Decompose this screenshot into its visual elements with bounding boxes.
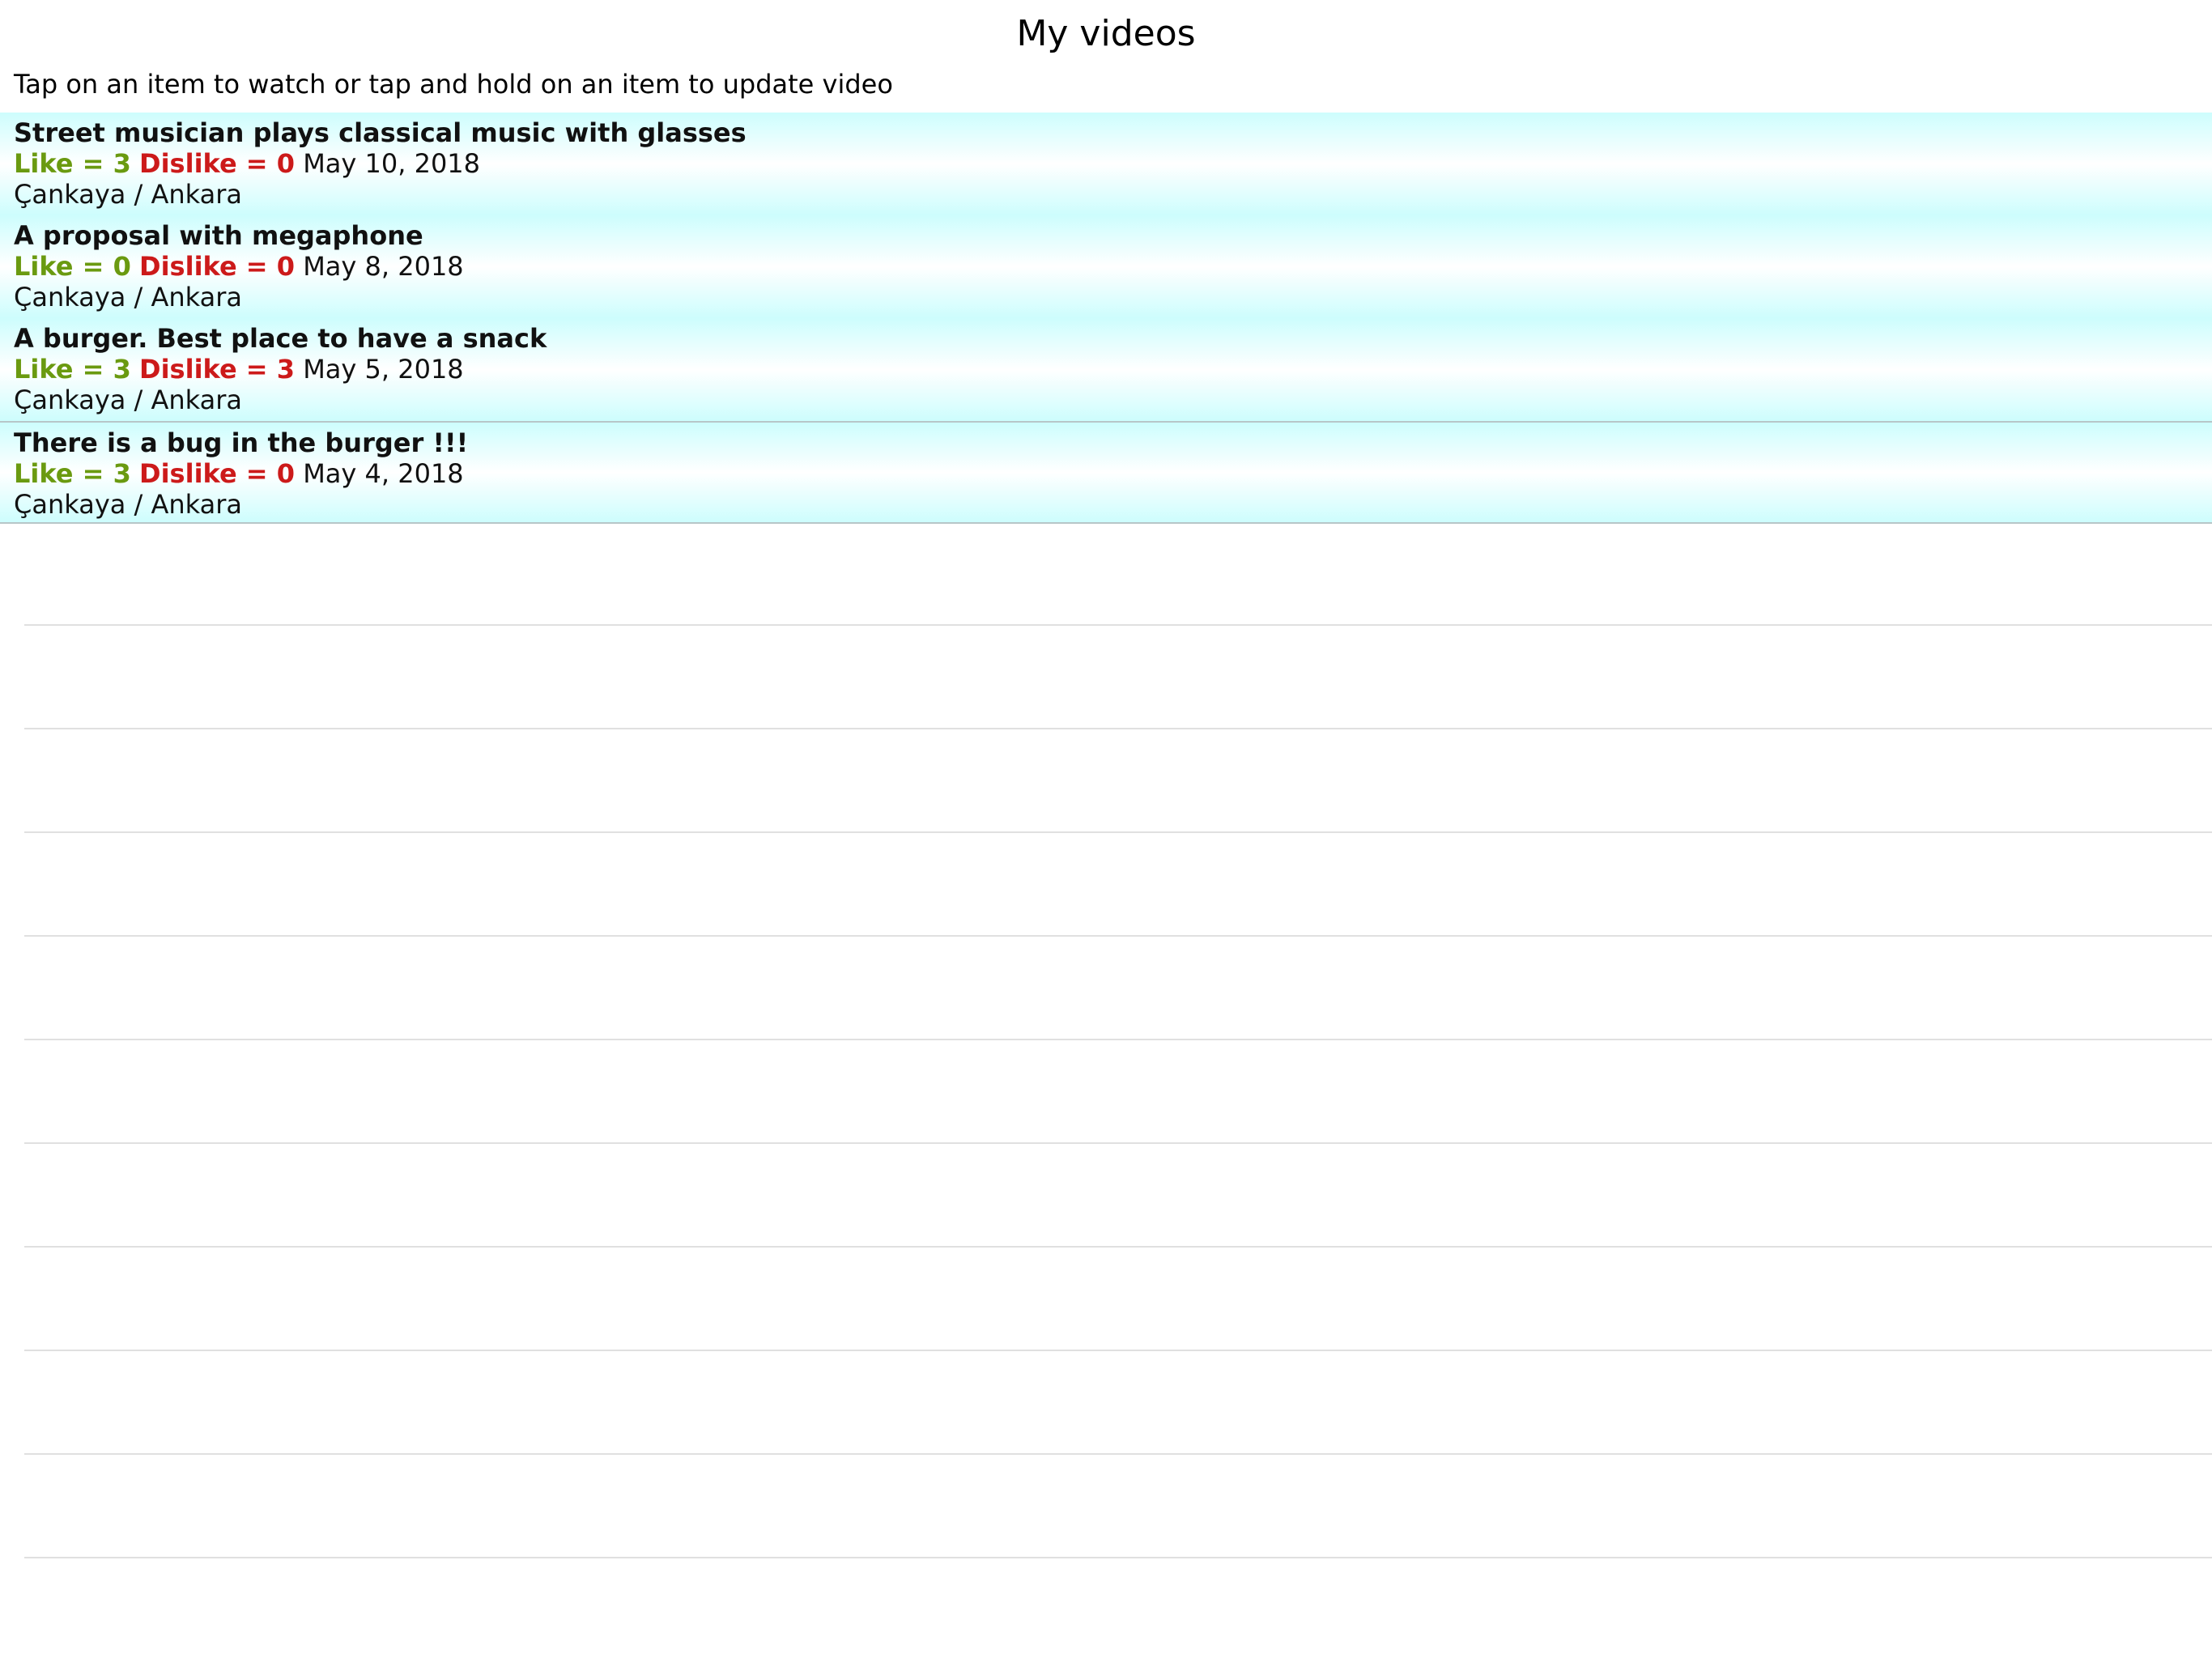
my-videos-screen: My videos Tap on an item to watch or tap…: [0, 0, 2212, 1658]
video-stats: Like = 3 Dislike = 0 May 4, 2018: [14, 458, 464, 489]
video-location: Çankaya / Ankara: [14, 385, 242, 415]
dislike-count: Dislike = 0: [139, 148, 296, 179]
dislike-count: Dislike = 3: [139, 354, 296, 385]
empty-table-rows: [0, 522, 2212, 1658]
dislike-count: Dislike = 0: [139, 251, 296, 282]
empty-row-separator: [24, 1040, 2212, 1144]
video-title: Street musician plays classical music wi…: [14, 117, 747, 148]
page-title: My videos: [1016, 13, 1196, 54]
instructions-text: Tap on an item to watch or tap and hold …: [14, 69, 893, 100]
video-title: A burger. Best place to have a snack: [14, 323, 547, 354]
video-location: Çankaya / Ankara: [14, 282, 242, 312]
video-stats: Like = 3 Dislike = 3 May 5, 2018: [14, 354, 464, 385]
video-date: May 4, 2018: [303, 458, 464, 489]
empty-row-separator: [24, 937, 2212, 1040]
empty-row-separator: [24, 626, 2212, 729]
video-location: Çankaya / Ankara: [14, 489, 242, 520]
video-list-item[interactable]: A burger. Best place to have a snack Lik…: [0, 318, 2212, 421]
empty-row-separator: [24, 522, 2212, 626]
like-count: Like = 3: [14, 458, 131, 489]
video-stats: Like = 3 Dislike = 0 May 10, 2018: [14, 148, 480, 179]
empty-row-separator: [24, 1351, 2212, 1455]
video-list-item[interactable]: Street musician plays classical music wi…: [0, 113, 2212, 215]
empty-row-separator: [24, 833, 2212, 937]
video-date: May 8, 2018: [303, 251, 464, 282]
video-list[interactable]: Street musician plays classical music wi…: [0, 113, 2212, 524]
empty-row-separator: [24, 1144, 2212, 1248]
empty-row-separator: [24, 729, 2212, 833]
video-date: May 10, 2018: [303, 148, 481, 179]
dislike-count: Dislike = 0: [139, 458, 296, 489]
empty-row-separator: [24, 1455, 2212, 1558]
video-list-item[interactable]: There is a bug in the burger !!! Like = …: [0, 421, 2212, 524]
like-count: Like = 0: [14, 251, 131, 282]
video-stats: Like = 0 Dislike = 0 May 8, 2018: [14, 251, 464, 282]
like-count: Like = 3: [14, 354, 131, 385]
video-date: May 5, 2018: [303, 354, 464, 385]
like-count: Like = 3: [14, 148, 131, 179]
empty-row-separator: [24, 1248, 2212, 1351]
video-list-item[interactable]: A proposal with megaphone Like = 0 Disli…: [0, 215, 2212, 318]
video-title: There is a bug in the burger !!!: [14, 427, 469, 458]
video-title: A proposal with megaphone: [14, 220, 423, 251]
video-location: Çankaya / Ankara: [14, 179, 242, 210]
empty-row-separator: [24, 1558, 2212, 1658]
